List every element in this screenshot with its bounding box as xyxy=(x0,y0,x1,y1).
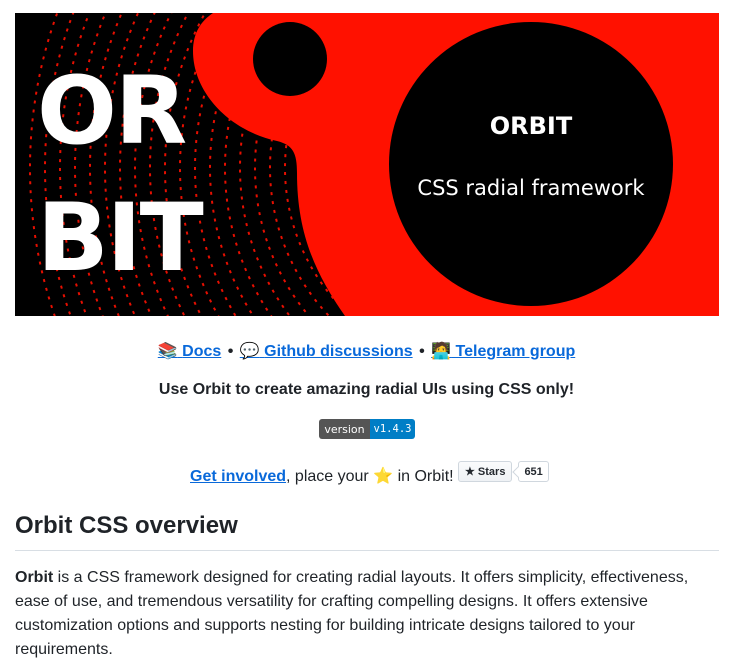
separator: • xyxy=(227,343,234,360)
banner-big-text-line2: BIT xyxy=(37,184,204,293)
speech-bubble-icon: 💬 xyxy=(239,343,260,360)
involved-text: , place your xyxy=(286,468,369,485)
github-discussions-link[interactable]: 💬 Github discussions xyxy=(240,343,413,360)
separator: • xyxy=(419,343,425,360)
readme-page: OR BIT ORBIT CSS radial framework 📚 Docs… xyxy=(0,0,733,665)
get-involved-line: Get involved, place your ⭐ in Orbit! xyxy=(190,466,454,486)
involved-text-end: in Orbit! xyxy=(397,468,454,485)
telegram-group-link[interactable]: 🧑‍💻 Telegram group xyxy=(431,343,575,360)
banner-big-text-line1: OR xyxy=(37,57,186,166)
orbit-bold-word: Orbit xyxy=(15,569,54,586)
overview-heading: Orbit CSS overview xyxy=(15,512,719,551)
overview-text: is a CSS framework designed for creating… xyxy=(15,569,689,658)
orbit-banner-image: OR BIT ORBIT CSS radial framework xyxy=(15,13,719,316)
technologist-icon: 🧑‍💻 xyxy=(431,343,452,360)
telegram-link-label: Telegram group xyxy=(455,343,576,360)
discussions-link-label: Github discussions xyxy=(264,343,413,360)
stars-button[interactable]: ★ Stars xyxy=(458,461,513,482)
get-involved-link[interactable]: Get involved xyxy=(190,468,286,485)
version-badge-value: v1.4.3 xyxy=(370,419,415,439)
resource-links: 📚 Docs • 💬 Github discussions • 🧑‍💻 Tele… xyxy=(0,341,733,361)
stars-count[interactable]: 651 xyxy=(518,461,549,482)
overview-paragraph: Orbit is a CSS framework designed for cr… xyxy=(15,566,719,662)
docs-link-label: Docs xyxy=(182,343,222,360)
github-stars-widget[interactable]: ★ Stars 651 xyxy=(458,461,549,482)
version-badge-label: version xyxy=(319,419,370,439)
banner-circle-subtitle: CSS radial framework xyxy=(417,176,645,200)
star-icon: ⭐ xyxy=(373,468,394,485)
banner-circle-title: ORBIT xyxy=(490,112,573,140)
tagline: Use Orbit to create amazing radial UIs u… xyxy=(158,381,575,398)
docs-link[interactable]: 📚 Docs xyxy=(158,343,222,360)
version-badge[interactable]: version v1.4.3 xyxy=(319,419,415,439)
books-icon: 📚 xyxy=(157,343,178,360)
